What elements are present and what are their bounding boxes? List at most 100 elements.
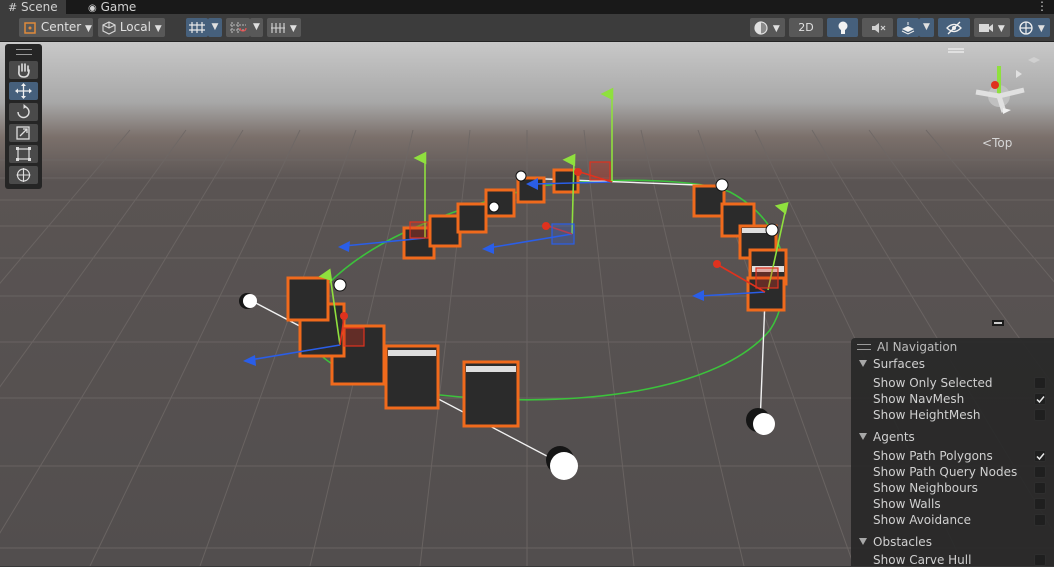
increment-snap-icon <box>230 22 247 33</box>
chevron-down-icon: ▼ <box>289 24 297 34</box>
shading-sphere-icon <box>754 20 768 35</box>
selected-cubes <box>286 168 788 428</box>
grid-snap-dropdown[interactable]: ▼ <box>208 18 222 37</box>
scale-icon <box>16 126 30 140</box>
grid-visibility-button[interactable]: ▼ <box>267 18 301 37</box>
tab-game-label: Game <box>100 0 137 14</box>
option-label: Show HeightMesh <box>873 408 981 422</box>
audio-mute-icon <box>871 22 885 33</box>
option-label: Show Path Polygons <box>873 449 993 463</box>
tools-overlay <box>5 44 42 189</box>
view-direction-label: Top <box>992 136 1013 150</box>
chevron-down-icon: ▼ <box>85 24 92 34</box>
scale-tool-button[interactable] <box>9 124 38 142</box>
grid-snap-icon <box>189 22 205 33</box>
audio-toggle[interactable] <box>862 18 893 37</box>
show-carve-hull-checkbox[interactable] <box>1034 554 1046 566</box>
chevron-down-icon: ▼ <box>997 24 1005 34</box>
grid-icon: # <box>8 1 18 14</box>
pivot-rotation-dropdown[interactable]: Local ▼ <box>98 18 165 37</box>
toggle-2d-label: 2D <box>798 21 814 34</box>
pivot-mode-dropdown[interactable]: Center ▼ <box>19 18 93 37</box>
transform-tool-button[interactable] <box>9 166 38 184</box>
section-label: Obstacles <box>873 535 932 549</box>
show-navmesh-checkbox[interactable] <box>1034 393 1046 405</box>
camera-icon <box>979 23 993 32</box>
orientation-gizmo[interactable] <box>948 48 1040 114</box>
overlay-drag-handle[interactable] <box>857 344 871 350</box>
hand-tool-button[interactable] <box>9 61 38 79</box>
scene-camera-dropdown[interactable]: ▼ <box>974 18 1010 37</box>
grid-toggle-icon <box>271 22 285 33</box>
checkmark-icon <box>1036 396 1045 404</box>
distant-agent <box>992 320 1004 326</box>
eye-hidden-icon <box>946 21 962 34</box>
chevron-down-icon: ▼ <box>211 22 219 32</box>
option-label: Show Path Query Nodes <box>873 465 1018 479</box>
section-agents[interactable]: Agents <box>859 430 915 444</box>
show-only-selected-checkbox[interactable] <box>1034 377 1046 389</box>
chevron-down-icon: ▼ <box>154 24 162 34</box>
scene-visibility-toggle[interactable] <box>938 18 970 37</box>
overlay-title: AI Navigation <box>877 340 958 354</box>
show-heightmesh-checkbox[interactable] <box>1034 409 1046 421</box>
section-label: Surfaces <box>873 357 925 371</box>
tab-scene-label: Scene <box>21 0 58 14</box>
chevron-down-icon: ▼ <box>923 22 930 32</box>
show-path-polygons-checkbox[interactable] <box>1034 450 1046 462</box>
hand-icon <box>18 63 30 78</box>
effects-toggle[interactable] <box>897 18 919 37</box>
show-avoidance-checkbox[interactable] <box>1034 514 1046 526</box>
more-options-icon[interactable]: ⋮ <box>1036 0 1048 12</box>
chevron-down-icon: ▼ <box>772 24 780 34</box>
section-obstacles[interactable]: Obstacles <box>859 535 932 549</box>
checkmark-icon <box>1036 453 1045 461</box>
option-label: Show Carve Hull <box>873 553 972 567</box>
rotate-icon <box>17 104 30 119</box>
cube-icon <box>102 20 116 35</box>
tab-bar: # Scene ◉ Game ⋮ <box>0 0 1054 14</box>
chevron-down-icon: ▼ <box>253 22 260 32</box>
option-label: Show NavMesh <box>873 392 965 406</box>
gamepad-icon: ◉ <box>88 3 97 14</box>
toggle-2d-button[interactable]: 2D <box>789 18 823 37</box>
increment-snap-dropdown[interactable]: ▼ <box>250 18 263 37</box>
section-surfaces[interactable]: Surfaces <box>859 357 925 371</box>
light-bulb-icon <box>838 21 847 34</box>
gizmos-dropdown[interactable]: ▼ <box>1014 18 1050 37</box>
section-label: Agents <box>873 430 915 444</box>
pivot-rotation-label: Local <box>119 20 151 34</box>
option-label: Show Neighbours <box>873 481 978 495</box>
tab-game[interactable]: ◉ Game <box>80 0 144 14</box>
transform-combined-icon <box>16 168 31 182</box>
rotate-tool-button[interactable] <box>9 103 38 121</box>
layers-effects-icon <box>901 21 915 35</box>
panel-drag-handle[interactable] <box>16 49 32 55</box>
option-label: Show Walls <box>873 497 941 511</box>
cube-highlights <box>388 228 784 372</box>
rect-tool-button[interactable] <box>9 145 38 163</box>
chevron-left-icon: < <box>982 136 993 150</box>
ai-navigation-overlay: AI Navigation Surfaces Show Only Selecte… <box>851 338 1054 567</box>
option-label: Show Avoidance <box>873 513 972 527</box>
gizmo-globe-icon <box>1019 20 1033 35</box>
draw-mode-dropdown[interactable]: ▼ <box>750 18 785 37</box>
option-label: Show Only Selected <box>873 376 993 390</box>
foldout-triangle-icon <box>859 360 867 367</box>
lighting-toggle[interactable] <box>827 18 858 37</box>
show-path-query-nodes-checkbox[interactable] <box>1034 466 1046 478</box>
chevron-down-icon: ▼ <box>1037 24 1045 34</box>
foldout-triangle-icon <box>859 538 867 545</box>
tab-scene[interactable]: # Scene <box>0 0 66 14</box>
camera-view-label[interactable]: <Top <box>982 136 1012 150</box>
increment-snap-button[interactable] <box>226 18 250 37</box>
pivot-center-icon <box>24 21 36 34</box>
pivot-mode-label: Center <box>40 20 82 34</box>
move-tool-button[interactable] <box>9 82 38 100</box>
rect-transform-icon <box>16 147 31 161</box>
grid-snap-button[interactable] <box>186 18 208 37</box>
effects-dropdown[interactable]: ▼ <box>919 18 934 37</box>
show-walls-checkbox[interactable] <box>1034 498 1046 510</box>
move-arrows-icon <box>15 83 32 99</box>
show-neighbours-checkbox[interactable] <box>1034 482 1046 494</box>
